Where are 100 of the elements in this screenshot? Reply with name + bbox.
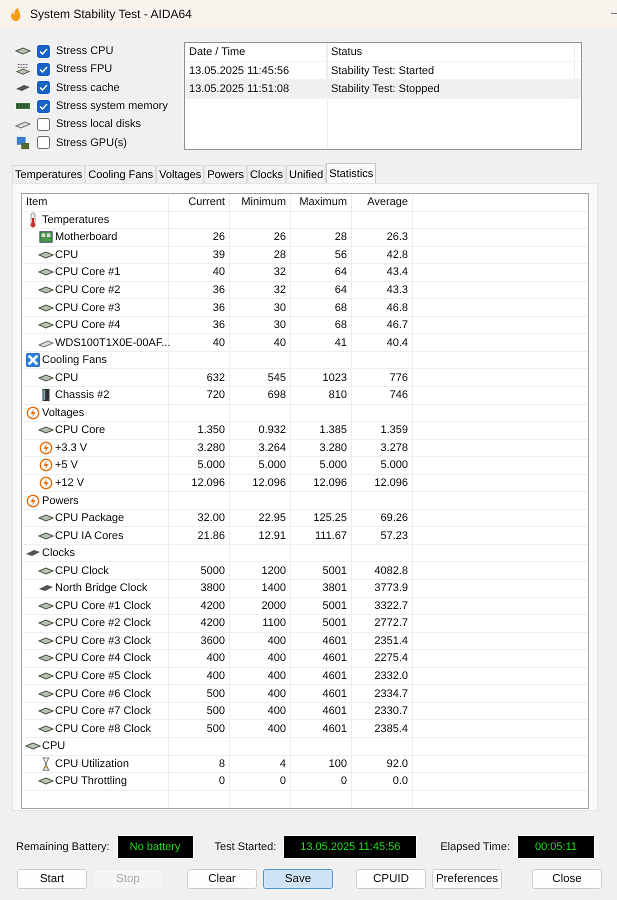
sensor-label: Motherboard — [55, 231, 118, 244]
checkbox-label[interactable]: Stress GPU(s) — [56, 136, 127, 149]
table-cell: 3773.9 — [352, 580, 413, 597]
table-cell: 36 — [169, 282, 230, 298]
group-label: Cooling Fans — [42, 354, 107, 366]
table-cell: 1.385 — [291, 422, 352, 439]
checkbox-label[interactable]: Stress system memory — [56, 100, 168, 112]
table-cell: 1.350 — [169, 422, 230, 439]
table-cell: 400 — [169, 650, 230, 667]
table-cell: 3800 — [169, 580, 230, 597]
table-cell: 698 — [230, 387, 291, 404]
lightning-icon — [38, 476, 54, 490]
checkbox[interactable] — [37, 44, 50, 58]
action-button[interactable]: Save — [263, 869, 333, 889]
lightning-icon — [25, 406, 41, 420]
sensor-label: +12 V — [55, 477, 84, 490]
lightning-icon — [25, 494, 41, 508]
action-button[interactable]: Clear — [187, 869, 257, 889]
table-cell: 4601 — [291, 632, 352, 650]
group-label: Temperatures — [42, 214, 110, 226]
column-header[interactable]: Minimum — [230, 194, 291, 211]
column-header[interactable]: Date / Time — [185, 43, 327, 61]
table-cell: 12.096 — [291, 474, 352, 492]
table-cell: 40 — [169, 264, 230, 281]
action-button[interactable]: Start — [17, 869, 87, 889]
column-header[interactable]: Current — [169, 194, 230, 211]
table-cell: 64 — [291, 264, 352, 281]
log-date: 13.05.2025 11:45:56 — [185, 62, 327, 80]
table-cell: 68 — [291, 316, 352, 334]
checkbox-label[interactable]: Stress cache — [56, 82, 120, 94]
checkbox[interactable] — [37, 136, 50, 150]
checkbox[interactable] — [37, 118, 50, 131]
tab[interactable]: Statistics — [326, 163, 376, 183]
log-row[interactable]: 13.05.2025 11:51:08 Stability Test: Stopped — [185, 80, 581, 100]
table-cell: 41 — [291, 334, 352, 351]
tab[interactable]: Cooling Fans — [85, 165, 156, 183]
sensor-label: CPU Core #5 Clock — [55, 670, 151, 682]
checkbox-label[interactable]: Stress CPU — [56, 45, 114, 58]
checkbox[interactable] — [37, 62, 50, 76]
table-cell: 3.280 — [169, 440, 230, 456]
column-header[interactable]: Item — [22, 194, 169, 211]
table-cell: 5001 — [291, 598, 352, 614]
table-cell: 3.278 — [352, 440, 413, 456]
table-cell: 43.3 — [352, 282, 413, 298]
table-cell: 28 — [230, 246, 291, 264]
tab[interactable]: Unified — [286, 165, 326, 183]
column-header[interactable]: Average — [352, 194, 413, 211]
tab[interactable]: Powers — [204, 165, 247, 183]
sensor-label: CPU Throttling — [55, 775, 127, 788]
sensor-label: CPU Core #6 Clock — [55, 688, 151, 700]
table-cell: 1100 — [230, 615, 291, 632]
table-cell: 400 — [230, 650, 291, 667]
action-button[interactable]: CPUID — [356, 869, 426, 889]
column-header[interactable]: Status — [327, 43, 575, 61]
lightning-icon — [38, 458, 54, 472]
table-cell: 4 — [230, 756, 291, 772]
table-cell: 92.0 — [352, 756, 413, 772]
checkbox-label[interactable]: Stress local disks — [56, 118, 141, 130]
table-cell: 12.096 — [352, 474, 413, 492]
motherboard-icon — [38, 230, 54, 244]
sensor-label: +5 V — [55, 459, 78, 472]
table-cell: 12.91 — [230, 527, 291, 544]
table-cell: 40.4 — [352, 334, 413, 351]
action-button[interactable]: Preferences — [432, 869, 502, 889]
table-cell: 26 — [230, 229, 291, 246]
checkbox-label[interactable]: Stress FPU — [56, 63, 112, 76]
table-cell: 1200 — [230, 562, 291, 580]
table-cell: 776 — [352, 369, 413, 386]
table-cell: 36 — [169, 316, 230, 334]
tab[interactable]: Temperatures — [12, 165, 86, 183]
checkbox[interactable] — [37, 81, 50, 94]
table-cell: 0.932 — [230, 422, 291, 439]
sensor-label: Chassis #2 — [55, 389, 110, 402]
sensor-label: CPU Utilization — [55, 758, 129, 770]
log-date: 13.05.2025 11:51:08 — [185, 80, 327, 98]
sensor-label: CPU Core #4 Clock — [55, 652, 151, 664]
status-display: 13.05.2025 11:45:56 — [284, 836, 416, 858]
table-cell: 5000 — [169, 562, 230, 580]
sensor-label: CPU Core #3 — [55, 302, 120, 314]
group-label: CPU — [42, 740, 66, 752]
table-cell: 3322.7 — [352, 598, 413, 614]
table-cell: 40 — [230, 334, 291, 351]
table-cell: 500 — [169, 702, 230, 720]
gpu-icon — [15, 136, 31, 150]
table-cell: 746 — [352, 387, 413, 404]
group-label: Clocks — [42, 547, 76, 560]
table-cell: 8 — [169, 756, 230, 772]
table-cell: 2000 — [230, 598, 291, 614]
table-cell: 22.95 — [230, 510, 291, 526]
column-header[interactable]: Maximum — [291, 194, 352, 211]
action-button[interactable]: Close — [532, 869, 602, 889]
table-cell: 4601 — [291, 668, 352, 684]
minimize-icon[interactable] — [611, 13, 617, 15]
tab[interactable]: Clocks — [246, 165, 286, 183]
sensor-label: CPU Core #1 — [55, 266, 120, 278]
table-cell: 4601 — [291, 702, 352, 720]
table-cell: 57.23 — [352, 527, 413, 544]
sensor-label: CPU IA Cores — [55, 530, 124, 542]
tab[interactable]: Voltages — [156, 165, 204, 183]
checkbox[interactable] — [37, 100, 50, 113]
